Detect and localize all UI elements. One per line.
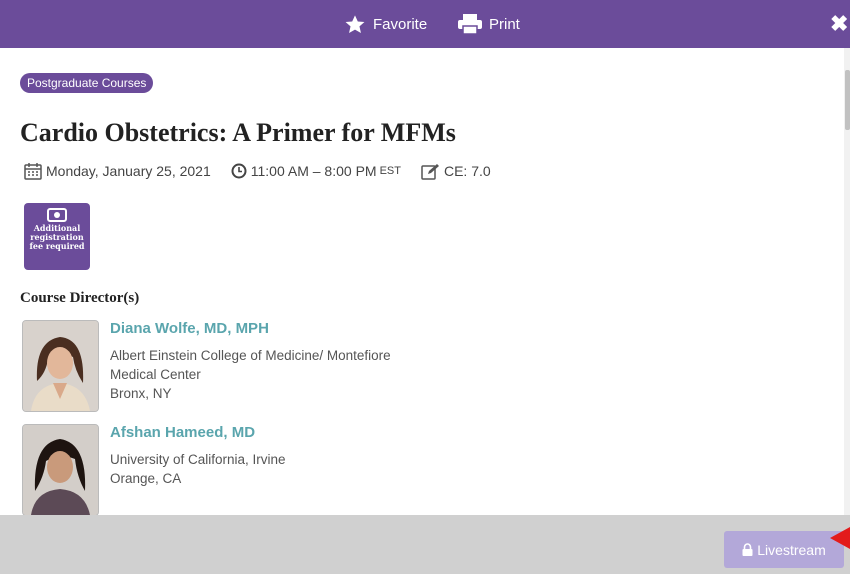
director-name-link[interactable]: Afshan Hameed, MD: [110, 424, 255, 441]
printer-icon: [458, 14, 482, 34]
director-name-link[interactable]: Diana Wolfe, MD, MPH: [110, 320, 269, 337]
director-location: Bronx, NY: [110, 386, 172, 401]
director-card: Diana Wolfe, MD, MPH Albert Einstein Col…: [22, 320, 822, 412]
calendar-icon: [24, 163, 42, 180]
favorite-button[interactable]: Favorite: [344, 0, 427, 48]
event-detail: Postgraduate Courses Cardio Obstetrics: …: [0, 48, 844, 515]
star-icon: [345, 14, 365, 33]
livestream-button[interactable]: Livestream: [724, 531, 844, 568]
pointer-arrow-icon: [830, 527, 850, 549]
fee-badge-line3: fee required: [29, 241, 85, 251]
director-organization: University of California, Irvine: [110, 452, 286, 467]
scrollbar-thumb[interactable]: [845, 70, 850, 130]
print-button[interactable]: Print: [458, 0, 520, 48]
page-title: Cardio Obstetrics: A Primer for MFMs: [20, 118, 456, 147]
edit-icon: [421, 163, 439, 180]
director-location: Orange, CA: [110, 471, 182, 486]
clock-icon: [231, 163, 247, 179]
event-meta: Monday, January 25, 2021 11:00 AM – 8:00…: [24, 162, 491, 180]
event-time: 11:00 AM – 8:00 PM: [250, 163, 377, 179]
close-icon[interactable]: ✖: [830, 12, 850, 36]
director-organization: Albert Einstein College of Medicine/ Mon…: [110, 348, 391, 363]
modal-toolbar: Favorite Print ✖: [0, 0, 850, 48]
category-badge[interactable]: Postgraduate Courses: [20, 73, 154, 93]
modal-footer: Livestream: [0, 515, 850, 574]
additional-fee-badge: Additional registration fee required: [24, 203, 90, 270]
event-timezone: EST: [379, 165, 401, 177]
avatar[interactable]: [22, 320, 99, 412]
event-date: Monday, January 25, 2021: [46, 163, 211, 179]
livestream-label: Livestream: [757, 541, 826, 558]
ce-credits: CE: 7.0: [443, 163, 491, 179]
favorite-label: Favorite: [373, 15, 428, 33]
director-organization-cont: Medical Center: [110, 367, 201, 382]
print-label: Print: [489, 15, 520, 33]
ticket-icon: [47, 208, 67, 222]
scrollbar[interactable]: [844, 48, 850, 515]
lock-icon: [742, 543, 753, 556]
director-card: Afshan Hameed, MD University of Californ…: [22, 424, 822, 515]
section-heading: Course Director(s): [20, 290, 140, 306]
avatar[interactable]: [22, 424, 99, 515]
